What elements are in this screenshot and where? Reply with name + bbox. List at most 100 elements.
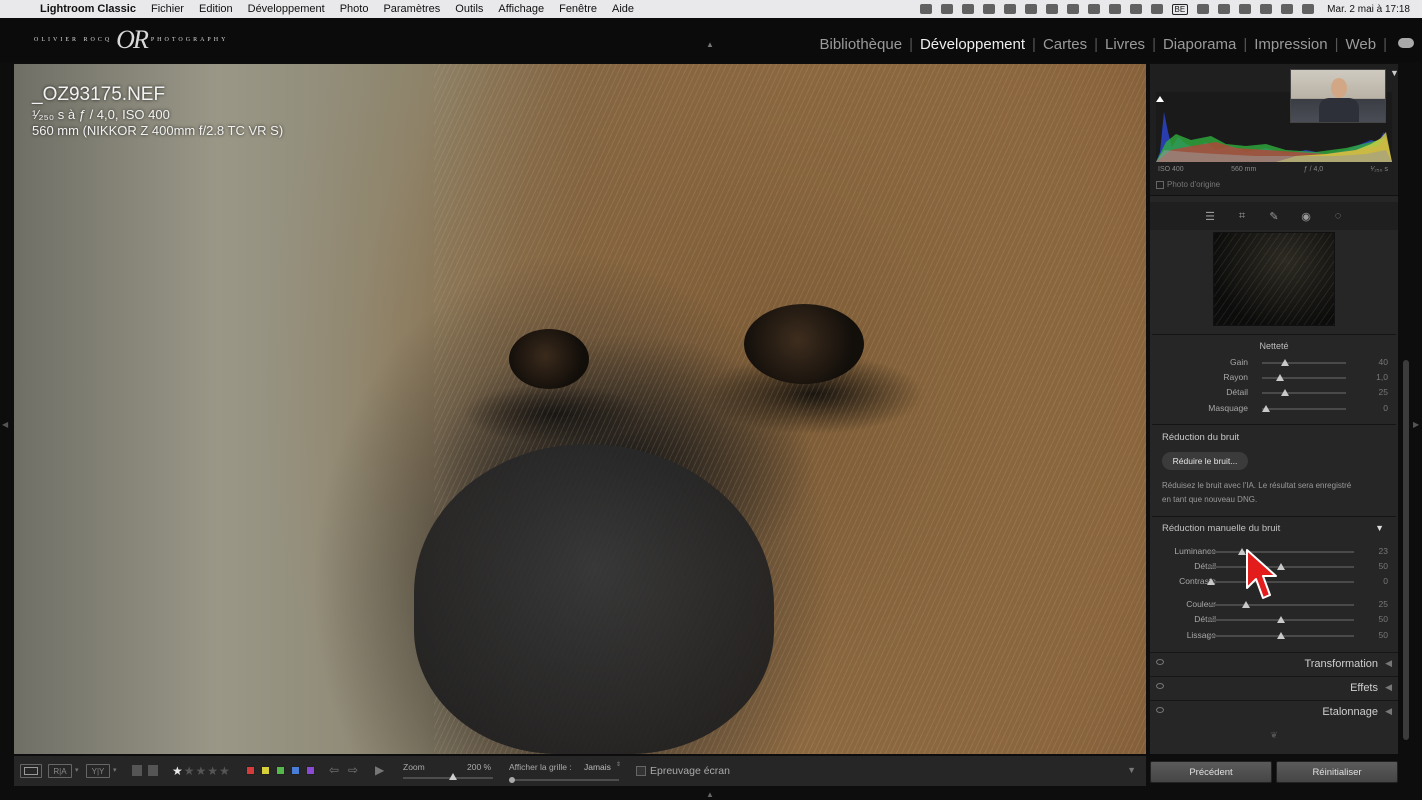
volume-icon[interactable] bbox=[1129, 4, 1142, 14]
menu-clock[interactable]: Mar. 2 mai à 17:18 bbox=[1327, 4, 1410, 15]
star-icon[interactable]: ★ bbox=[184, 764, 196, 778]
bluetooth-icon[interactable] bbox=[1197, 4, 1210, 14]
camera-icon[interactable] bbox=[982, 4, 995, 14]
original-photo-checkbox[interactable] bbox=[1156, 180, 1164, 189]
reset-button[interactable]: Réinitialiser bbox=[1276, 761, 1398, 783]
user-icon[interactable] bbox=[1218, 4, 1231, 14]
menu-fenetre[interactable]: Fenêtre bbox=[559, 3, 597, 15]
luminance-slider-value[interactable]: 23 bbox=[1358, 546, 1388, 556]
sharpening-slider-1[interactable]: Rayon 1,0 bbox=[1150, 371, 1398, 385]
luminance-slider-value[interactable]: 50 bbox=[1358, 561, 1388, 571]
before-after-swap-button[interactable]: Y|Y bbox=[86, 764, 110, 778]
color-label-swatch[interactable] bbox=[276, 766, 285, 775]
panel-effets[interactable]: Effets ◀ bbox=[1150, 676, 1398, 698]
histogram-collapse-icon[interactable]: ▼ bbox=[1390, 68, 1399, 78]
keyboard-layout-badge[interactable]: BE bbox=[1171, 3, 1189, 15]
dropdown-arrow-icon[interactable]: ▾ bbox=[75, 766, 79, 774]
airplay-icon[interactable] bbox=[1150, 4, 1163, 14]
arrow-left-icon[interactable]: ⇦ bbox=[329, 763, 339, 777]
star-icon[interactable]: ★ bbox=[172, 764, 184, 778]
sharpening-slider-thumb[interactable] bbox=[1280, 389, 1289, 396]
soft-proofing-checkbox[interactable] bbox=[636, 766, 646, 776]
cloud-sync-icon[interactable] bbox=[1398, 38, 1414, 48]
color-noise-slider-thumb[interactable] bbox=[1277, 616, 1285, 623]
module-web[interactable]: Web bbox=[1346, 36, 1377, 53]
panel-etalonnage[interactable]: Etalonnage ◀ bbox=[1150, 700, 1398, 722]
panel-visibility-icon[interactable] bbox=[1156, 659, 1164, 665]
menu-aide[interactable]: Aide bbox=[612, 3, 634, 15]
previous-button[interactable]: Précédent bbox=[1150, 761, 1272, 783]
dropdown-arrow-icon[interactable]: ▾ bbox=[113, 766, 117, 774]
module-bibliotheque[interactable]: Bibliothèque bbox=[819, 36, 902, 53]
menu-app-name[interactable]: Lightroom Classic bbox=[40, 3, 136, 15]
filmstrip-toggle-icon[interactable]: ▲ bbox=[706, 790, 714, 799]
sharpening-slider-value[interactable]: 25 bbox=[1358, 387, 1388, 397]
color-noise-slider-1[interactable]: Détail 50 bbox=[1150, 613, 1398, 627]
grid-slider-thumb[interactable] bbox=[509, 777, 515, 783]
dropbox-icon[interactable] bbox=[961, 4, 974, 14]
menu-photo[interactable]: Photo bbox=[340, 3, 369, 15]
menu-fichier[interactable]: Fichier bbox=[151, 3, 184, 15]
loupe-view-button[interactable] bbox=[20, 764, 42, 778]
crop-icon[interactable]: ⌗ bbox=[1235, 209, 1249, 223]
shapes-icon[interactable] bbox=[1066, 4, 1079, 14]
color-label-swatch[interactable] bbox=[291, 766, 300, 775]
module-developpement[interactable]: Développement bbox=[920, 36, 1025, 53]
color-label-swatch[interactable] bbox=[306, 766, 315, 775]
color-noise-slider-track[interactable] bbox=[1208, 604, 1354, 606]
panel-scrollbar[interactable] bbox=[1403, 360, 1409, 740]
left-panel-toggle-icon[interactable]: ◀ bbox=[2, 420, 8, 429]
before-after-button[interactable]: R|A bbox=[48, 764, 72, 778]
right-panel-toggle-icon[interactable]: ▶ bbox=[1413, 420, 1419, 429]
panel-transformation[interactable]: Transformation ◀ bbox=[1150, 652, 1398, 674]
sharpening-slider-track[interactable] bbox=[1262, 392, 1346, 394]
chevron-left-icon[interactable]: ◀ bbox=[1385, 706, 1392, 717]
color-noise-slider-thumb[interactable] bbox=[1277, 632, 1285, 639]
star-icon[interactable]: ★ bbox=[207, 764, 219, 778]
chevron-left-icon[interactable]: ◀ bbox=[1385, 682, 1392, 693]
menu-edition[interactable]: Edition bbox=[199, 3, 233, 15]
masking-icon[interactable]: ◌ bbox=[1331, 209, 1345, 223]
sharpening-slider-track[interactable] bbox=[1262, 362, 1346, 364]
list-icon[interactable] bbox=[1024, 4, 1037, 14]
redeye-icon[interactable]: ◉ bbox=[1299, 209, 1313, 223]
sharpening-slider-0[interactable]: Gain 40 bbox=[1150, 356, 1398, 370]
screen-icon[interactable] bbox=[1003, 4, 1016, 14]
sync-icon[interactable] bbox=[940, 4, 953, 14]
sharpening-slider-value[interactable]: 40 bbox=[1358, 357, 1388, 367]
grid-slider-track[interactable] bbox=[509, 779, 619, 781]
color-label-swatch[interactable] bbox=[246, 766, 255, 775]
grid-overlay-select[interactable]: Jamais bbox=[584, 762, 611, 772]
arrow-right-icon[interactable]: ⇨ bbox=[348, 763, 358, 777]
flag-reject-icon[interactable] bbox=[148, 765, 158, 776]
image-icon[interactable] bbox=[1087, 4, 1100, 14]
color-label-swatch[interactable] bbox=[261, 766, 270, 775]
sharpening-slider-value[interactable]: 1,0 bbox=[1358, 372, 1388, 382]
history-icon[interactable] bbox=[1045, 4, 1058, 14]
panel-visibility-icon[interactable] bbox=[1156, 707, 1164, 713]
vpn-icon[interactable] bbox=[919, 4, 932, 14]
control-center-icon[interactable] bbox=[1281, 4, 1294, 14]
luminance-slider-thumb[interactable] bbox=[1206, 578, 1215, 585]
sharpening-slider-thumb[interactable] bbox=[1276, 374, 1285, 381]
module-cartes[interactable]: Cartes bbox=[1043, 36, 1087, 53]
sharpening-slider-thumb[interactable] bbox=[1280, 359, 1289, 366]
sharpening-slider-2[interactable]: Détail 25 bbox=[1150, 386, 1398, 400]
menu-parametres[interactable]: Paramètres bbox=[383, 3, 440, 15]
sharpening-slider-thumb[interactable] bbox=[1262, 405, 1271, 412]
zoom-slider-thumb[interactable] bbox=[448, 773, 457, 780]
star-rating[interactable]: ★★★★★ bbox=[172, 764, 231, 778]
photo-canvas[interactable]: _OZ93175.NEF ¹⁄₂₅₀ s à ƒ / 4,0, ISO 400 … bbox=[14, 64, 1146, 754]
slideshow-play-icon[interactable]: ▶ bbox=[375, 763, 384, 777]
panel-visibility-icon[interactable] bbox=[1156, 683, 1164, 689]
sliders-icon[interactable]: ☰ bbox=[1203, 209, 1217, 223]
color-noise-slider-value[interactable]: 50 bbox=[1358, 630, 1388, 640]
siri-icon[interactable] bbox=[1302, 4, 1315, 14]
sharpening-slider-track[interactable] bbox=[1262, 377, 1346, 379]
star-icon[interactable]: ★ bbox=[196, 764, 208, 778]
heal-icon[interactable]: ✎ bbox=[1267, 209, 1281, 223]
detail-preview[interactable] bbox=[1213, 232, 1335, 326]
top-panel-toggle-icon[interactable]: ▲ bbox=[706, 40, 714, 49]
original-photo-toggle[interactable]: Photo d'origine bbox=[1156, 180, 1220, 189]
menu-developpement[interactable]: Développement bbox=[248, 3, 325, 15]
